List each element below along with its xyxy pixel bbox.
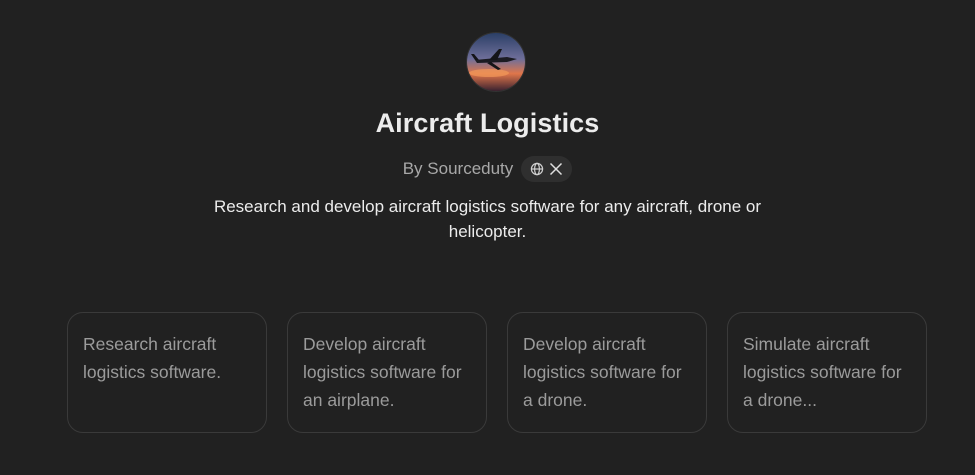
jet-at-sunset-icon <box>467 33 525 91</box>
gpt-avatar <box>467 33 525 91</box>
starter-card-research[interactable]: Research aircraft logistics software. <box>67 312 267 433</box>
author-byline: By Sourceduty <box>0 156 975 182</box>
conversation-starters: Research aircraft logistics software. De… <box>67 312 927 433</box>
gpt-description: Research and develop aircraft logistics … <box>213 197 762 241</box>
author-name: By Sourceduty <box>402 159 514 178</box>
social-links <box>521 156 573 182</box>
gpt-title: Aircraft Logistics <box>375 108 600 138</box>
gpt-profile-page: Aircraft Logistics By Sourceduty Researc… <box>0 0 975 475</box>
starter-card-drone[interactable]: Develop aircraft logistics software for … <box>507 312 707 433</box>
x-logo-icon[interactable] <box>549 162 563 176</box>
starter-card-simulate[interactable]: Simulate aircraft logistics software for… <box>727 312 927 433</box>
starter-card-airplane[interactable]: Develop aircraft logistics software for … <box>287 312 487 433</box>
globe-icon[interactable] <box>530 162 544 176</box>
